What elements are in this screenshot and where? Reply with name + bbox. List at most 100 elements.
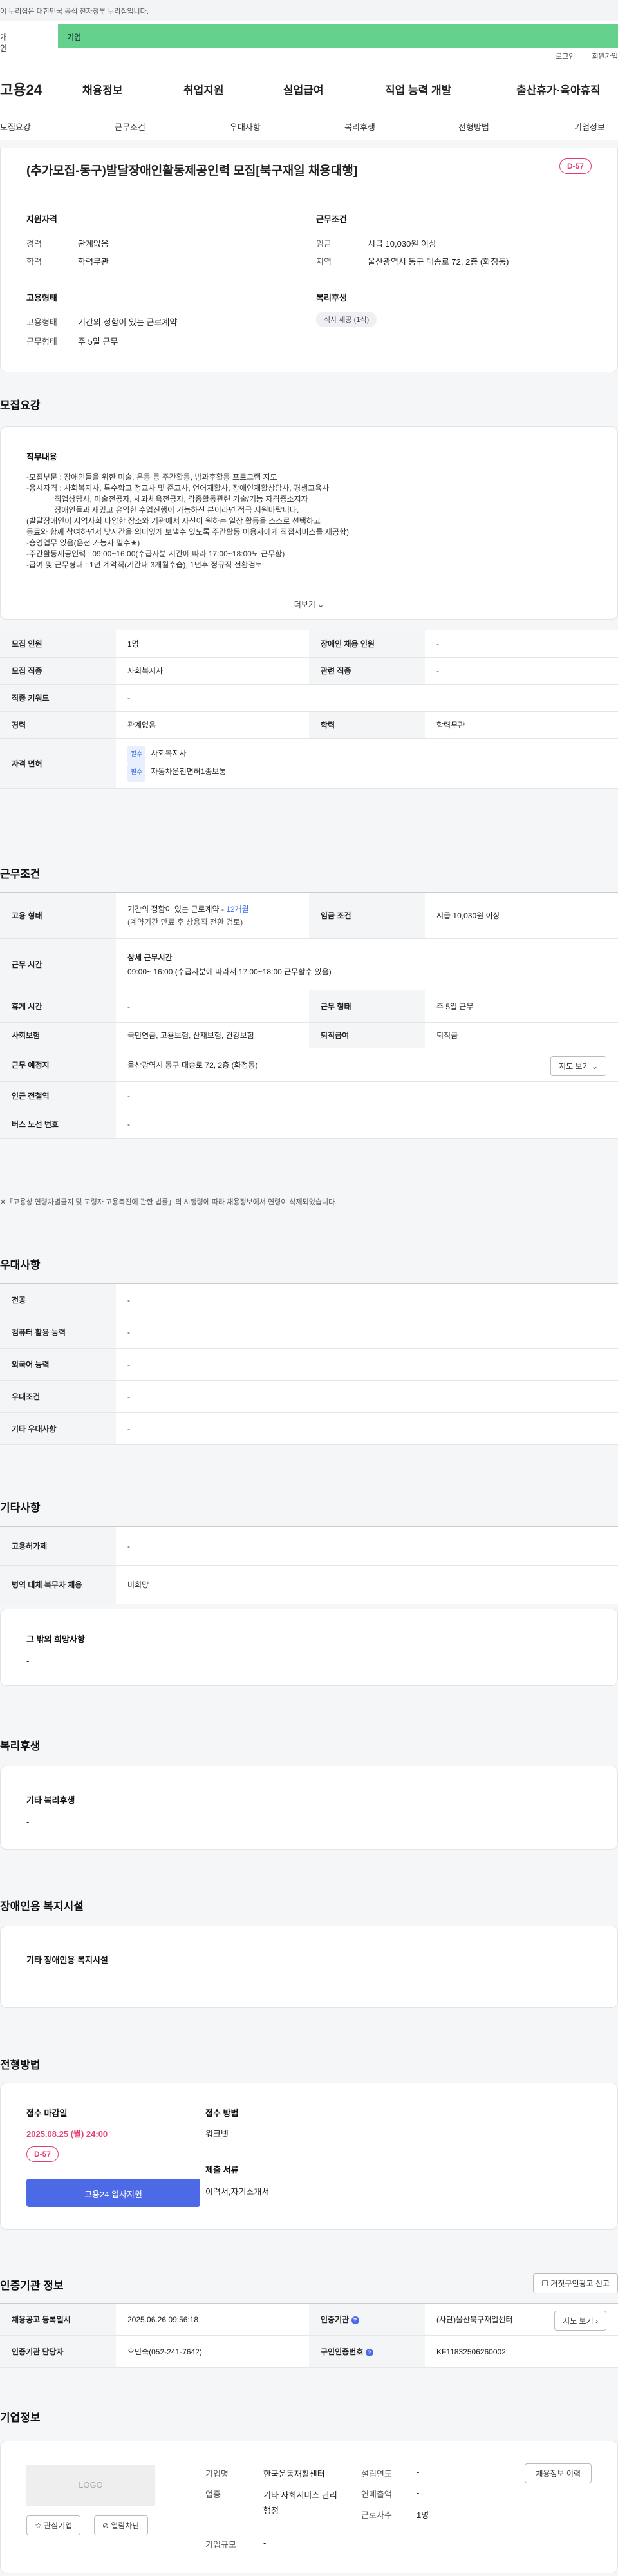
company-section-title: 기업정보 xyxy=(0,2412,41,2424)
method-value: 워크넷 xyxy=(205,2129,229,2139)
job-history-button[interactable]: 채용정보 이력 xyxy=(525,2463,592,2483)
wage-label: 임금 xyxy=(316,239,332,249)
table-row: 자격 면허 필수 사회복지사 필수 자동차운전면허1종보통 xyxy=(0,738,618,789)
work-table: 고용 형태 기간의 정함이 있는 근로계약 - 12개월 (계약기간 만료 후 상용… xyxy=(0,892,618,1139)
nav-item-skills[interactable]: 직업 능력 개발 xyxy=(385,81,451,97)
license-item: 필수 사회복지사 xyxy=(127,745,606,764)
gov-banner: 이 누리집은 대한민국 공식 전자정부 누리집입니다. xyxy=(0,0,618,21)
favorite-company-button[interactable]: ☆ 관심기업 xyxy=(26,2515,81,2535)
nav-item-employment-support[interactable]: 취업지원 xyxy=(183,81,224,97)
welfare-value: - xyxy=(26,1817,30,1826)
apply-button[interactable]: 고용24 입사지원 xyxy=(26,2179,200,2207)
table-row: 버스 노선 번호 - xyxy=(0,1110,618,1139)
table-row: 외국어 능력 - xyxy=(0,1348,618,1381)
facility-section-title: 장애인용 복지시설 xyxy=(0,1900,84,1913)
block-view-button[interactable]: ⊘ 열람차단 xyxy=(94,2515,148,2535)
duty-content: -모집부문 : 장애인들을 위한 미술, 운동 등 주간활동, 방과후활동 프로… xyxy=(26,472,593,571)
facility-sub-title: 기타 장애인용 복지시설 xyxy=(26,1955,108,1965)
login-link[interactable]: 로그인 xyxy=(556,53,575,61)
map-view-button[interactable]: 지도 보기 ⌄ xyxy=(550,1056,606,1076)
hope-title: 그 밖의 희망사항 xyxy=(26,1634,85,1644)
duty-line: 직업상담사, 미술전공자, 체과체육전공자, 각종활동관련 기술/기능 자격증소… xyxy=(26,495,308,504)
dday-badge: D-57 xyxy=(559,158,592,174)
founded-label: 설립연도 xyxy=(361,2469,392,2479)
table-row: 직종 키워드 - xyxy=(0,684,618,712)
chevron-right-icon: › xyxy=(595,2316,598,2325)
employment-title: 고용형태 xyxy=(26,293,57,303)
founded-value: - xyxy=(417,2467,420,2477)
wage-value: 시급 10,030원 이상 xyxy=(368,239,436,249)
nav-item-jobs[interactable]: 채용정보 xyxy=(82,81,123,97)
region-label: 지역 xyxy=(316,257,332,267)
info-icon[interactable]: ? xyxy=(365,2349,373,2356)
table-row: 휴게 시간 - 근무 형태 주 5일 근무 xyxy=(0,990,618,1023)
table-row: 근무 시간 상세 근무시간 09:00~ 16:00 (수급자분에 따라서 17:0… xyxy=(0,938,618,990)
company-logo: LOGO xyxy=(26,2465,155,2506)
duty-line: -응시자격 : 사회복지사, 특수학교 정교사 및 준교사, 언어재활사, 장애… xyxy=(26,484,330,493)
facility-value: - xyxy=(26,1976,30,1986)
site-logo[interactable]: 고용24 xyxy=(0,79,42,99)
etc-table: 고용허가제 - 병역 대체 복무자 채용 비희망 xyxy=(0,1526,618,1604)
company-card: LOGO ☆ 관심기업 ⊘ 열람차단 기업명 한국운동재활센터 업종 기타 사회… xyxy=(0,2441,618,2573)
company-name-value: 한국운동재활센터 xyxy=(263,2469,325,2479)
main-nav: 고용24 채용정보 취업지원 실업급여 직업 능력 개발 출산휴가·육아휴직 xyxy=(0,64,618,109)
region-value: 울산광역시 동구 대송로 72, 2층 (화정동) xyxy=(368,257,509,267)
table-row: 병역 대체 복무자 채용 비희망 xyxy=(0,1565,618,1604)
job-title: (추가모집-동구)발달장애인활동제공인력 모집[북구재일 채용대행] xyxy=(26,164,358,178)
conditions-title: 근무조건 xyxy=(316,214,347,224)
table-row: 고용허가제 - xyxy=(0,1526,618,1566)
employment-type-label: 고용형태 xyxy=(26,317,57,327)
education-value: 학력무관 xyxy=(78,257,109,267)
welfare-tag: 식사 제공 (1식) xyxy=(316,312,377,327)
nav-item-unemployment-benefit[interactable]: 실업급여 xyxy=(283,81,324,97)
job-summary-card: (추가모집-동구)발달장애인활동제공인력 모집[북구재일 채용대행] D-57 … xyxy=(0,148,618,372)
duty-line: 장애인들과 재밌고 유익한 수업진행이 가능하신 분이라면 적극 지원바랍니다. xyxy=(26,506,299,515)
employees-value: 1명 xyxy=(417,2510,429,2520)
education-label: 학력 xyxy=(26,257,42,267)
tab-business[interactable]: 기업 xyxy=(58,24,618,48)
scale-label: 기업규모 xyxy=(205,2540,236,2550)
facility-card: 기타 장애인용 복지시설 - xyxy=(0,1926,618,2008)
tab-welfare[interactable]: 복리후생 xyxy=(344,120,375,133)
deadline-value: 2025.08.25 (월) 24:00 xyxy=(26,2129,108,2139)
scale-value: - xyxy=(263,2538,267,2548)
signup-link[interactable]: 회원가입 xyxy=(592,53,618,61)
table-row: 인근 전철역 - xyxy=(0,1081,618,1110)
company-name-label: 기업명 xyxy=(205,2469,229,2479)
industry-value: 기타 사회서비스 관리 행정 xyxy=(263,2490,337,2515)
agency-table: 채용공고 등록일시 2025.06.26 09:56:18 인증기관 ? (사단)울산… xyxy=(0,2303,618,2368)
duty-line: -모집부문 : 장애인들을 위한 미술, 운동 등 주간활동, 방과후활동 프로… xyxy=(26,473,277,482)
process-card: 접수 마감일 2025.08.25 (월) 24:00 D-57 고용24 입사… xyxy=(0,2083,618,2230)
duty-line: 동료와 함께 참여하면서 낮시간을 의미있게 보낼수 있도록 주간활동 이용자에… xyxy=(26,527,350,536)
deadline-title: 접수 마감일 xyxy=(26,2108,68,2118)
utility-links: 로그인 회원가입 xyxy=(0,51,618,64)
duty-card: 직무내용 -모집부문 : 장애인들을 위한 미술, 운동 등 주간활동, 방과후… xyxy=(0,426,618,620)
false-ad-report-button[interactable]: ☐ 거짓구인광고 신고 xyxy=(533,2273,618,2293)
more-button[interactable]: 더보기 ⌄ xyxy=(1,587,617,619)
method-title: 접수 방법 xyxy=(205,2108,239,2118)
welfare-summary-title: 복리후생 xyxy=(316,293,347,303)
prefer-section-title: 우대사항 xyxy=(0,1259,41,1271)
prefer-table: 전공 - 컴퓨터 활용 능력 - 외국어 능력 - 우대조건 - 기타 우대사항 - xyxy=(0,1283,618,1445)
nav-item-parental-leave[interactable]: 출산휴가·육아휴직 xyxy=(516,81,601,97)
agency-map-button[interactable]: 지도 보기 › xyxy=(554,2311,606,2331)
tab-company[interactable]: 기업정보 xyxy=(574,120,605,133)
table-row: 모집 직종 사회복지사 관련 직종 - xyxy=(0,657,618,685)
tab-process[interactable]: 전형방법 xyxy=(458,120,489,133)
table-row: 우대조건 - xyxy=(0,1380,618,1413)
hope-card: 그 밖의 희망사항 - xyxy=(0,1609,618,1686)
gov-banner-text: 이 누리집은 대한민국 공식 전자정부 누리집입니다. xyxy=(0,8,149,15)
duty-line: -승영업무 있음(운전 가능자 필수★) xyxy=(26,538,140,547)
duty-title: 직무내용 xyxy=(26,452,57,462)
star-icon: ☆ xyxy=(35,2521,42,2530)
tab-recruit[interactable]: 모집요강 xyxy=(0,120,31,133)
employees-label: 근로자수 xyxy=(361,2510,392,2520)
work-section-title: 근무조건 xyxy=(0,868,41,880)
tab-preference[interactable]: 우대사항 xyxy=(230,120,261,133)
duty-line: -주간활동제공인력 : 09:00~16:00(수급자분 시간에 따라 17:0… xyxy=(26,549,285,558)
info-icon[interactable]: ? xyxy=(351,2316,359,2324)
tab-personal[interactable]: 개인 xyxy=(0,24,9,53)
docs-value: 이력서,자기소개서 xyxy=(205,2187,270,2197)
tab-work-conditions[interactable]: 근무조건 xyxy=(115,120,145,133)
table-row: 고용 형태 기간의 정함이 있는 근로계약 - 12개월 (계약기간 만료 후 상용… xyxy=(0,892,618,939)
